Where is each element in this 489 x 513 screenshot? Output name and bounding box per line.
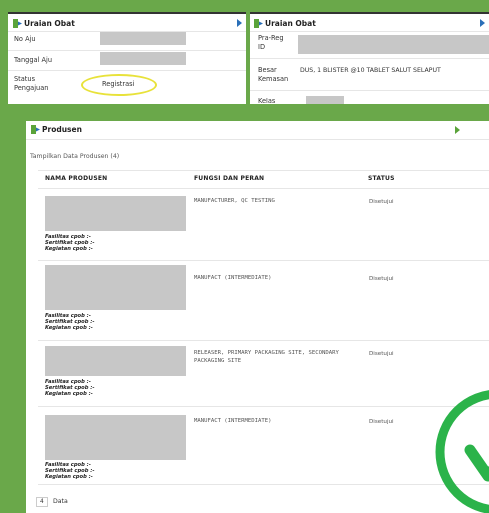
panel-flag-icon [13, 19, 22, 28]
top-right-header-rule [250, 12, 489, 14]
kelas-label: Kelas [258, 98, 276, 104]
nav-arrow-icon[interactable] [237, 19, 242, 27]
no-aju-value [100, 32, 186, 45]
fungsi-peran: RELEASER, PRIMARY PACKAGING SITE, SECOND… [194, 350, 339, 364]
produsen-name-redacted [45, 346, 186, 376]
data-label: Data [53, 498, 68, 505]
cpob-info: Fasilitas cpob :- Sertifikat cpob :- Keg… [45, 462, 95, 481]
top-left-header-rule [8, 12, 246, 14]
cpob-info: Fasilitas cpob :- Sertifikat cpob :- Keg… [45, 313, 95, 332]
fungsi-peran: MANUFACTURER, QC TESTING [194, 198, 275, 204]
nav-arrow-icon[interactable] [480, 19, 485, 27]
cpob-kegiatan: Kegiatan cpob :- [45, 391, 93, 398]
produsen-subtitle[interactable]: Tampilkan Data Produsen (4) [30, 152, 119, 161]
status-badge: Disetujui [369, 199, 394, 205]
status-pengajuan-value: Registrasi [102, 80, 135, 88]
produsen-title: Produsen [42, 125, 82, 134]
top-right-title: Uraian Obat [265, 19, 316, 28]
panel-flag-icon [254, 19, 263, 28]
fungsi-peran: MANUFACT (INTERMEDIATE) [194, 418, 272, 424]
besar-kemasan-label: Besar Kemasan [258, 66, 289, 83]
cpob-kegiatan: Kegiatan cpob :- [45, 474, 93, 481]
col-status: STATUS [368, 175, 395, 182]
nav-arrow-icon[interactable] [455, 126, 460, 134]
no-aju-label: No Aju [14, 35, 36, 43]
cpob-info: Fasilitas cpob :- Sertifikat cpob :- Keg… [45, 379, 95, 398]
status-badge: Disetujui [369, 276, 394, 282]
panel-flag-icon [31, 125, 40, 134]
status-badge: Disetujui [369, 419, 394, 425]
fungsi-peran: MANUFACT (INTERMEDIATE) [194, 275, 272, 281]
tanggal-aju-value [100, 52, 186, 65]
cpob-info: Fasilitas cpob :- Sertifikat cpob :- Keg… [45, 234, 95, 253]
col-nama-produsen: NAMA PRODUSEN [45, 175, 108, 182]
kelas-value [306, 96, 344, 104]
tanggal-aju-label: Tanggal Aju [14, 56, 53, 64]
approved-check-icon [430, 380, 489, 513]
produsen-name-redacted [45, 196, 186, 231]
pra-reg-id-label: Pra-Reg ID [258, 34, 284, 51]
col-fungsi-dan-peran: FUNGSI DAN PERAN [194, 175, 265, 182]
status-badge: Disetujui [369, 351, 394, 357]
status-pengajuan-label: Status Pengajuan [14, 75, 49, 92]
pra-reg-id-value [298, 35, 489, 54]
besar-kemasan-value: DUS, 1 BLISTER @10 TABLET SALUT SELAPUT [300, 67, 441, 74]
produsen-name-redacted [45, 265, 186, 310]
top-left-title: Uraian Obat [24, 19, 75, 28]
cpob-kegiatan: Kegiatan cpob :- [45, 325, 93, 332]
cpob-kegiatan: Kegiatan cpob :- [45, 246, 93, 253]
data-count: 4 [40, 499, 44, 505]
produsen-name-redacted [45, 415, 186, 460]
